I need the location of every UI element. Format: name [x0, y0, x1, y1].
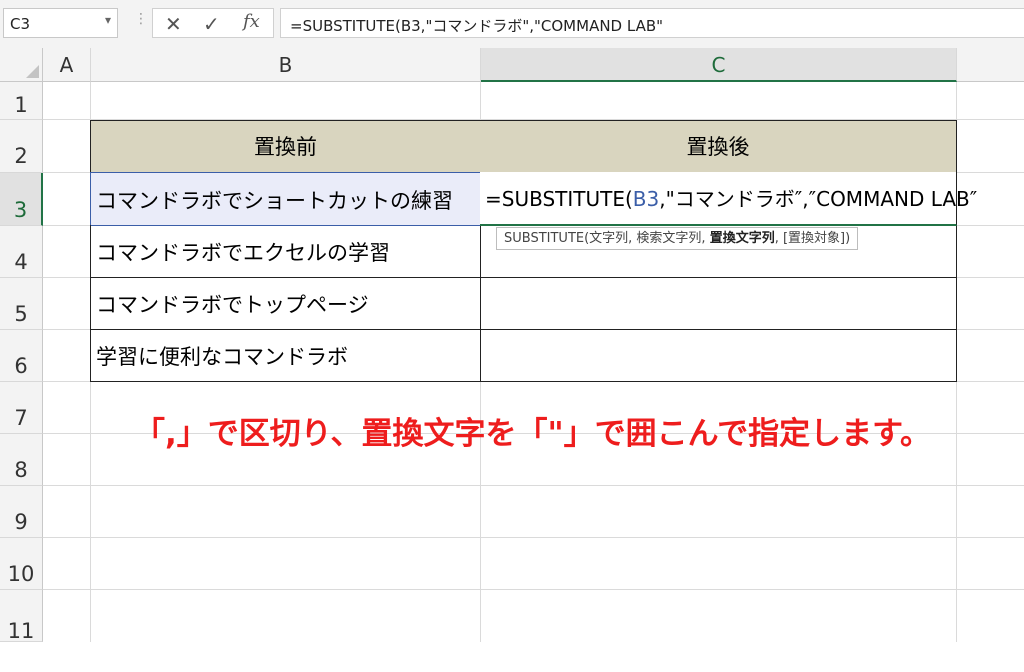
gridline — [43, 485, 1024, 486]
cell-b5[interactable]: コマンドラボでトップページ — [90, 277, 481, 330]
row-header-3[interactable]: 3 — [0, 173, 43, 226]
cell-b3[interactable]: コマンドラボでショートカットの練習 — [90, 172, 481, 226]
tooltip-text-end: , [置換対象]) — [774, 231, 851, 246]
row-header-8[interactable]: 8 — [0, 434, 43, 486]
name-box[interactable]: C3 ▾ — [3, 8, 118, 38]
cell-c2[interactable]: 置換後 — [480, 120, 957, 173]
row-header-5[interactable]: 5 — [0, 278, 43, 330]
cell-reference: B3 — [632, 187, 660, 211]
row-header-2[interactable]: 2 — [0, 120, 43, 173]
cell-b6[interactable]: 学習に便利なコマンドラボ — [90, 329, 481, 382]
chevron-down-icon[interactable]: ▾ — [105, 13, 111, 27]
cell-b2[interactable]: 置換前 — [90, 120, 481, 173]
gridline — [43, 589, 1024, 590]
cell-c3-editing[interactable]: =SUBSTITUTE(B3,"コマンドラボ″,″COMMAND LAB″ — [480, 172, 977, 226]
column-header-b[interactable]: B — [91, 48, 481, 82]
column-header-a[interactable]: A — [43, 48, 91, 82]
cell-c5[interactable] — [480, 277, 957, 330]
formula-bar: C3 ▾ ✕ ✓ fx ⋮ =SUBSTITUTE(B3,"コマンドラボ","C… — [0, 0, 1024, 48]
row-header-10[interactable]: 10 — [0, 538, 43, 590]
formula-prefix: =SUBSTITUTE( — [485, 187, 633, 211]
cell-c6[interactable] — [480, 329, 957, 382]
row-header-1[interactable]: 1 — [0, 82, 43, 120]
annotation-text: 「,」で区切り、置換文字を「"」で囲こんで指定します。 — [134, 416, 932, 452]
select-all-corner[interactable] — [0, 48, 43, 82]
name-box-value: C3 — [10, 15, 31, 33]
formula-buttons: ✕ ✓ fx — [152, 8, 274, 38]
formula-text: =SUBSTITUTE(B3,"コマンドラボ","COMMAND LAB" — [290, 17, 664, 35]
column-header-c[interactable]: C — [481, 48, 957, 82]
insert-function-icon[interactable]: fx — [243, 11, 260, 32]
tooltip-text: SUBSTITUTE(文字列, 検索文字列, — [504, 231, 710, 246]
formula-input[interactable]: =SUBSTITUTE(B3,"コマンドラボ","COMMAND LAB" — [280, 8, 1024, 38]
row-header-7[interactable]: 7 — [0, 382, 43, 434]
cell-b4[interactable]: コマンドラボでエクセルの学習 — [90, 225, 481, 278]
column-header-d[interactable] — [957, 48, 1024, 82]
row-header-6[interactable]: 6 — [0, 330, 43, 382]
row-header-9[interactable]: 9 — [0, 486, 43, 538]
enter-icon[interactable]: ✓ — [203, 12, 220, 36]
formula-rest: ,"コマンドラボ″,″COMMAND LAB″ — [659, 187, 978, 211]
function-tooltip: SUBSTITUTE(文字列, 検索文字列, 置換文字列, [置換対象]) — [496, 227, 859, 250]
row-header-11[interactable]: 11 — [0, 590, 43, 643]
tooltip-current-arg: 置換文字列 — [709, 231, 775, 246]
formula-bar-splitter[interactable]: ⋮ — [134, 11, 148, 27]
row-header-4[interactable]: 4 — [0, 226, 43, 278]
gridline — [43, 537, 1024, 538]
cancel-icon[interactable]: ✕ — [165, 12, 182, 36]
